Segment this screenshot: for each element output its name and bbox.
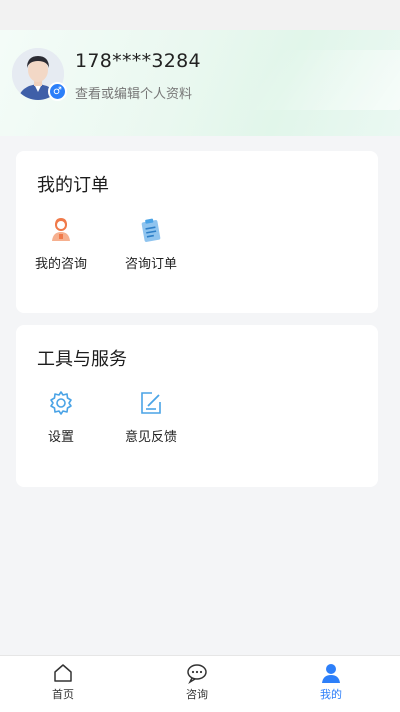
header-decoration <box>238 50 400 110</box>
phone-number: 178****3284 <box>75 50 201 72</box>
gear-icon <box>50 391 72 415</box>
my-consultation-label: 我的咨询 <box>34 257 87 272</box>
status-bar <box>0 0 400 30</box>
tab-consult[interactable]: 咨询 <box>162 656 232 712</box>
services-card: 工具与服务 设置 意见反馈 <box>16 325 378 487</box>
feedback-button[interactable]: 意见反馈 <box>111 390 191 450</box>
consultation-orders-label: 咨询订单 <box>124 257 177 272</box>
tab-consult-label: 咨询 <box>186 688 208 701</box>
home-icon <box>54 664 72 682</box>
consultant-person-icon <box>52 217 70 241</box>
bottom-tab-bar: 首页 咨询 我的 <box>0 655 400 712</box>
settings-label: 设置 <box>47 430 74 445</box>
feedback-label: 意见反馈 <box>124 430 177 445</box>
chat-icon <box>187 664 207 684</box>
consultation-orders-button[interactable]: 咨询订单 <box>111 217 191 277</box>
user-icon <box>322 664 340 683</box>
orders-card: 我的订单 我的咨询 咨询订单 <box>16 151 378 313</box>
order-clipboard-icon <box>141 218 161 242</box>
orders-title: 我的订单 <box>37 175 109 196</box>
tab-mine[interactable]: 我的 <box>296 656 366 712</box>
feedback-edit-icon <box>141 392 161 414</box>
my-consultation-button[interactable]: 我的咨询 <box>21 217 101 277</box>
gender-male-icon: ♂ <box>48 82 67 101</box>
settings-button[interactable]: 设置 <box>21 390 101 450</box>
tab-home-label: 首页 <box>52 688 74 701</box>
tab-home[interactable]: 首页 <box>28 656 98 712</box>
services-title: 工具与服务 <box>37 349 127 370</box>
tab-mine-label: 我的 <box>320 688 342 701</box>
profile-header[interactable]: ♂ 178****3284 查看或编辑个人资料 <box>0 30 400 136</box>
edit-profile-link[interactable]: 查看或编辑个人资料 <box>75 83 192 102</box>
